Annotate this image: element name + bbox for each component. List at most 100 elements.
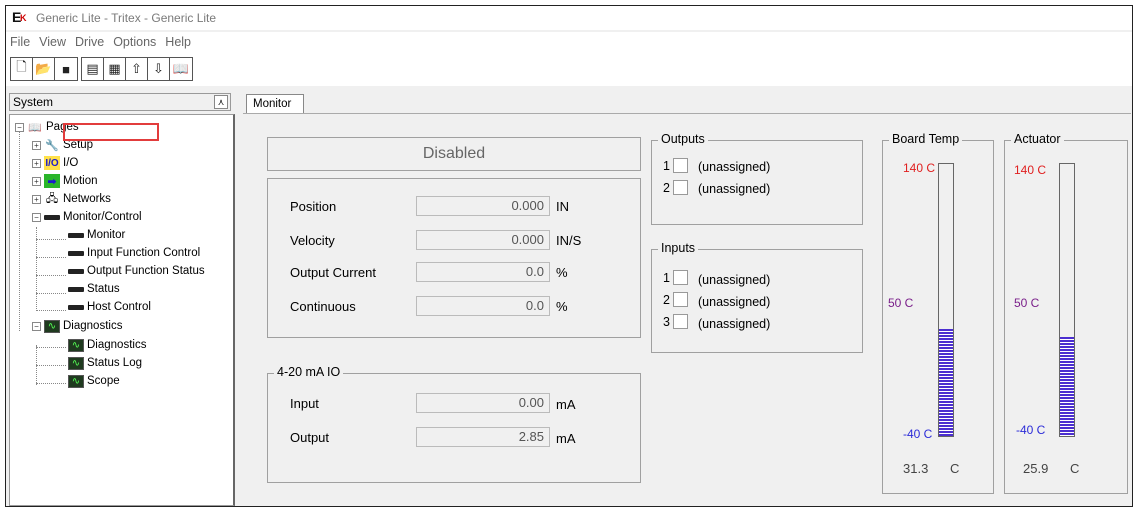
velocity-value: 0.000 bbox=[416, 230, 550, 250]
expand-icon[interactable]: + bbox=[32, 158, 41, 168]
motion-arrow-icon: ➡ bbox=[44, 174, 60, 188]
menu-view[interactable]: View bbox=[39, 35, 66, 49]
output-2-label: (unassigned) bbox=[698, 182, 771, 196]
new-file-icon[interactable]: 🗋 bbox=[11, 58, 33, 80]
monitor-icon bbox=[68, 250, 84, 256]
analog-output-value: 2.85 bbox=[416, 427, 550, 447]
input-3-indicator bbox=[673, 314, 688, 329]
board-temp-unit: C bbox=[950, 461, 960, 476]
menu-options[interactable]: Options bbox=[113, 35, 156, 49]
tree-scope[interactable]: ∿ Scope bbox=[68, 373, 120, 389]
output-current-label: Output Current bbox=[290, 265, 376, 280]
system-panel-header: System ⋏ bbox=[9, 93, 231, 111]
analog-input-unit: mA bbox=[556, 397, 576, 412]
input-2-label: (unassigned) bbox=[698, 295, 771, 309]
monitor-icon bbox=[68, 286, 84, 292]
collapse-icon[interactable]: − bbox=[32, 321, 41, 331]
title-bar: EK Generic Lite - Tritex - Generic Lite bbox=[6, 6, 1132, 30]
monitor-highlight bbox=[63, 123, 159, 141]
outputs-title: Outputs bbox=[658, 132, 708, 146]
position-label: Position bbox=[290, 199, 337, 214]
tree-output-function-status[interactable]: Output Function Status bbox=[68, 263, 205, 279]
collapse-icon[interactable]: − bbox=[15, 122, 24, 132]
velocity-unit: IN/S bbox=[556, 233, 582, 248]
menu-bar: File View Drive Options Help bbox=[6, 32, 1132, 52]
wrench-icon: 🔧 bbox=[45, 139, 59, 152]
actuator-temp-title: Actuator bbox=[1011, 132, 1064, 146]
menu-help[interactable]: Help bbox=[165, 35, 191, 49]
monitor-icon bbox=[68, 268, 84, 274]
continuous-unit: % bbox=[556, 299, 568, 314]
save-icon[interactable]: ■ bbox=[55, 58, 77, 80]
board-temp-min-label: -40 C bbox=[903, 427, 933, 441]
output-2-number: 2 bbox=[663, 181, 670, 195]
collapse-panel-button[interactable]: ⋏ bbox=[214, 95, 228, 109]
board-temp-gauge bbox=[938, 163, 954, 437]
input-2-number: 2 bbox=[663, 293, 670, 307]
monitor-icon bbox=[44, 214, 60, 220]
expand-icon[interactable]: + bbox=[32, 176, 41, 186]
tree-diagnostics[interactable]: ∿ Diagnostics bbox=[68, 337, 146, 353]
tree-status[interactable]: Status bbox=[68, 281, 120, 297]
actuator-temp-mid-label: 50 C bbox=[1014, 296, 1040, 310]
tree-monitor-control[interactable]: − Monitor/Control bbox=[32, 209, 142, 225]
tree-io[interactable]: + I/O I/O bbox=[32, 155, 78, 171]
monitor-icon bbox=[68, 304, 84, 310]
actuator-temp-reading: 25.9 bbox=[1023, 461, 1049, 476]
drive-status-display: Disabled bbox=[267, 137, 641, 171]
download-icon[interactable]: ⇩ bbox=[148, 58, 170, 80]
actuator-temp-gauge bbox=[1059, 163, 1075, 437]
menu-file[interactable]: File bbox=[10, 35, 30, 49]
tab-monitor[interactable]: Monitor bbox=[246, 94, 304, 114]
menu-drive[interactable]: Drive bbox=[75, 35, 104, 49]
tree-input-function-control[interactable]: Input Function Control bbox=[68, 245, 200, 261]
inputs-title: Inputs bbox=[658, 241, 699, 255]
board-temp-mid-label: 50 C bbox=[888, 296, 914, 310]
actuator-temp-gauge-fill bbox=[1060, 336, 1074, 436]
tree-motion[interactable]: + ➡ Motion bbox=[32, 173, 98, 189]
network-icon[interactable]: ▤ bbox=[82, 58, 104, 80]
output-1-number: 1 bbox=[663, 159, 670, 173]
tree-networks[interactable]: + 🖧 Networks bbox=[32, 191, 111, 207]
output-1-label: (unassigned) bbox=[698, 160, 771, 174]
open-folder-icon[interactable]: 📂 bbox=[33, 58, 55, 80]
multi-drive-icon[interactable]: ▦ bbox=[104, 58, 126, 80]
toolbar: 🗋 📂 ■ ▤ ▦ ⇧ ⇩ 📖 bbox=[6, 52, 1132, 86]
tree-host-control[interactable]: Host Control bbox=[68, 299, 151, 315]
analog-input-value: 0.00 bbox=[416, 393, 550, 413]
expand-icon[interactable]: + bbox=[32, 194, 41, 204]
monitor-icon bbox=[68, 232, 84, 238]
actuator-temp-max-label: 140 C bbox=[1014, 163, 1047, 177]
board-temp-max-label: 140 C bbox=[903, 161, 936, 175]
position-value: 0.000 bbox=[416, 196, 550, 216]
actuator-temp-min-label: -40 C bbox=[1016, 423, 1046, 437]
app-window: EK Generic Lite - Tritex - Generic Lite … bbox=[5, 5, 1133, 507]
position-unit: IN bbox=[556, 199, 569, 214]
book-icon: 📖 bbox=[28, 121, 42, 134]
manual-icon[interactable]: 📖 bbox=[170, 58, 192, 80]
tree-status-log[interactable]: ∿ Status Log bbox=[68, 355, 142, 371]
network-icon: 🖧 bbox=[45, 192, 59, 205]
continuous-label: Continuous bbox=[290, 299, 356, 314]
waveform-icon: ∿ bbox=[44, 319, 60, 333]
upload-icon[interactable]: ⇧ bbox=[126, 58, 148, 80]
board-temp-reading: 31.3 bbox=[903, 461, 929, 476]
app-logo-icon: EK bbox=[12, 9, 27, 25]
waveform-icon: ∿ bbox=[68, 356, 84, 370]
waveform-icon: ∿ bbox=[68, 374, 84, 388]
input-2-indicator bbox=[673, 292, 688, 307]
analog-io-title: 4-20 mA IO bbox=[274, 365, 344, 379]
tree-diagnostics-group[interactable]: − ∿ Diagnostics bbox=[32, 318, 122, 334]
analog-output-label: Output bbox=[290, 430, 330, 445]
io-icon: I/O bbox=[44, 156, 60, 170]
input-1-label: (unassigned) bbox=[698, 273, 771, 287]
input-1-indicator bbox=[673, 270, 688, 285]
analog-input-label: Input bbox=[290, 396, 319, 411]
system-tree: − 📖 Pages + 🔧 Setup + I/O I/O + ➡ Motion… bbox=[9, 114, 235, 506]
board-temp-title: Board Temp bbox=[889, 132, 963, 146]
system-label: System bbox=[13, 95, 54, 109]
output-1-indicator bbox=[673, 158, 688, 173]
expand-icon[interactable]: + bbox=[32, 140, 41, 150]
tree-monitor[interactable]: Monitor bbox=[68, 227, 125, 243]
collapse-icon[interactable]: − bbox=[32, 212, 41, 222]
